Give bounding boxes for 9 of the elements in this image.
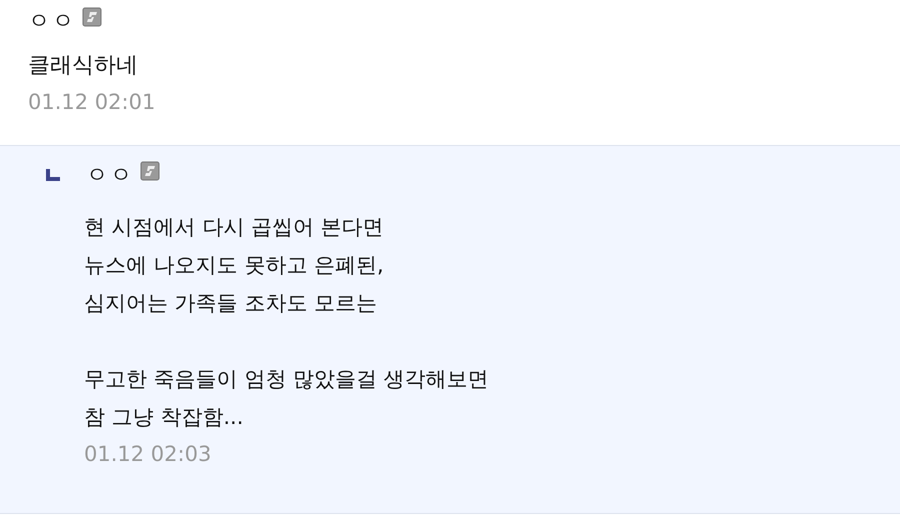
badge-icon [140, 161, 160, 181]
reply-time: 01.12 02:03 [84, 442, 212, 466]
author-name: ㅇㅇ [86, 162, 134, 190]
reply-icon [46, 169, 60, 181]
reply-text: 현 시점에서 다시 곱씹어 본다면 뉴스에 나오지도 못하고 은폐된, 심지어는 가족들 조차도 모르는 무고한 죽음들이 엄청 많았을걸 생각해보면 참 그냥 착잡함... [84, 214, 490, 431]
comment-text: 클래식하네 [28, 52, 139, 80]
badge-icon [82, 7, 102, 27]
comment-time: 01.12 02:01 [28, 90, 156, 114]
author-name: ㅇㅇ [28, 8, 76, 36]
